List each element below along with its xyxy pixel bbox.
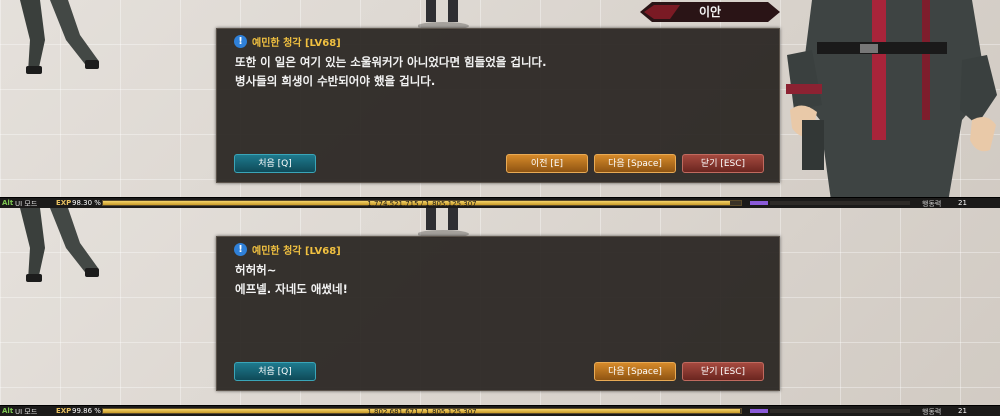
- exp-values: 1,802,681,671 / 1,805,125,307: [367, 408, 477, 416]
- dialog-text: 허허허~ 에프넬. 자네도 애썼네!: [235, 261, 765, 299]
- dialog-box: ! 예민한 청각 [LV68] 또한 이 일은 여기 있는 소울워커가 아니었다…: [216, 28, 780, 183]
- close-button[interactable]: 닫기 [ESC]: [682, 154, 764, 173]
- quest-info-icon: !: [234, 242, 247, 256]
- activity-bar: [770, 201, 910, 205]
- exp-values: 1,774,521,715 / 1,805,125,307: [367, 200, 477, 208]
- exp-percent: 99.86 %: [72, 407, 101, 415]
- next-button[interactable]: 다음 [Space]: [594, 362, 676, 381]
- game-screen-2: ! 예민한 청각 [LV68] 허허허~ 에프넬. 자네도 애썼네! 처음 [Q…: [0, 208, 1000, 416]
- dialog-line: 에프넬. 자네도 애썼네!: [235, 282, 348, 296]
- activity-bar: [770, 409, 910, 413]
- background-character-feet: [418, 208, 469, 238]
- npc-character-portrait: [786, 0, 997, 208]
- status-bar: Alt UI 모드 EXP 99.86 % 1,802,681,671 / 1,…: [0, 405, 1000, 416]
- npc-nameplate: 이안: [640, 2, 780, 22]
- next-button[interactable]: 다음 [Space]: [594, 154, 676, 173]
- status-bar: Alt UI 모드 EXP 98.30 % 1,774,521,715 / 1,…: [0, 197, 1000, 208]
- alt-key-label: Alt: [2, 199, 14, 207]
- dialog-header: ! 예민한 청각 [LV68]: [234, 33, 341, 49]
- game-screen-1: 이안 ! 예민한 청각 [LV68] 또한 이 일은 여기 있는 소울워커가 아…: [0, 0, 1000, 208]
- first-button[interactable]: 처음 [Q]: [234, 362, 316, 381]
- close-button[interactable]: 닫기 [ESC]: [682, 362, 764, 381]
- exp-label: EXP: [56, 199, 72, 207]
- speaker-name: 예민한 청각 [LV68]: [252, 37, 341, 49]
- speaker-name: 예민한 청각 [LV68]: [252, 245, 341, 257]
- exp-progress-bar: 1,774,521,715 / 1,805,125,307: [102, 200, 742, 208]
- dialog-line: 또한 이 일은 여기 있는 소울워커가 아니었다면 힘들었을 겁니다.: [235, 55, 547, 69]
- dialog-box: ! 예민한 청각 [LV68] 허허허~ 에프넬. 자네도 애썼네! 처음 [Q…: [216, 236, 780, 391]
- ui-mode-toggle[interactable]: UI 모드: [15, 407, 37, 416]
- exp-bonus-segment: [750, 409, 768, 413]
- dialog-line: 허허허~: [235, 263, 277, 277]
- dialog-line: 병사들의 희생이 수반되어야 했을 겁니다.: [235, 74, 436, 88]
- activity-label: 행동력: [922, 408, 942, 416]
- activity-label: 행동력: [922, 200, 942, 208]
- exp-bonus-segment: [750, 201, 768, 205]
- exp-percent: 98.30 %: [72, 199, 101, 207]
- first-button[interactable]: 처음 [Q]: [234, 154, 316, 173]
- activity-value: 21: [958, 199, 967, 207]
- background-character-legs: [20, 0, 99, 74]
- exp-label: EXP: [56, 407, 72, 415]
- exp-progress-bar: 1,802,681,671 / 1,805,125,307: [102, 408, 742, 416]
- npc-name: 이안: [698, 5, 722, 19]
- alt-key-label: Alt: [2, 407, 14, 415]
- dialog-header: ! 예민한 청각 [LV68]: [234, 241, 341, 257]
- activity-value: 21: [958, 407, 967, 415]
- dialog-text: 또한 이 일은 여기 있는 소울워커가 아니었다면 힘들었을 겁니다. 병사들의…: [235, 53, 765, 91]
- quest-info-icon: !: [234, 34, 247, 48]
- background-character-legs: [20, 208, 99, 282]
- ui-mode-toggle[interactable]: UI 모드: [15, 199, 37, 208]
- background-character-feet: [418, 0, 469, 30]
- previous-button[interactable]: 이전 [E]: [506, 154, 588, 173]
